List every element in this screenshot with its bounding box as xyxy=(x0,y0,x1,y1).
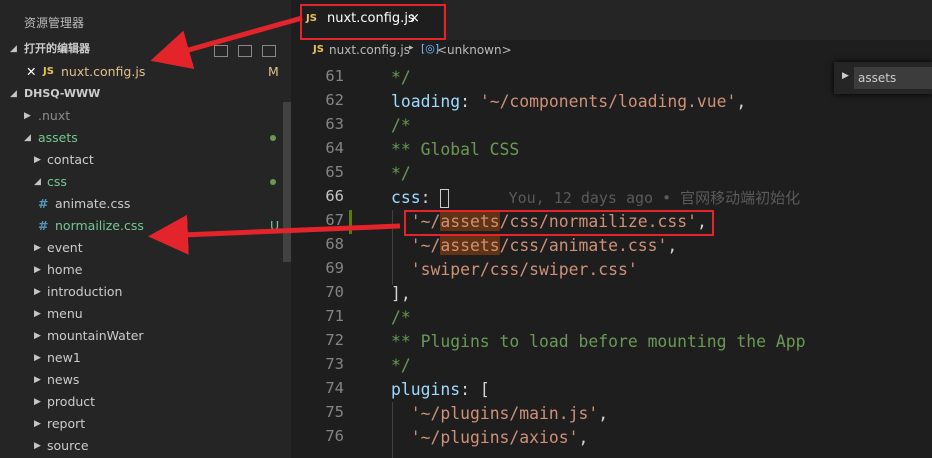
annotation-arrows xyxy=(148,15,401,255)
annotation-arrow xyxy=(150,15,303,70)
annotation-arrow xyxy=(148,214,401,255)
